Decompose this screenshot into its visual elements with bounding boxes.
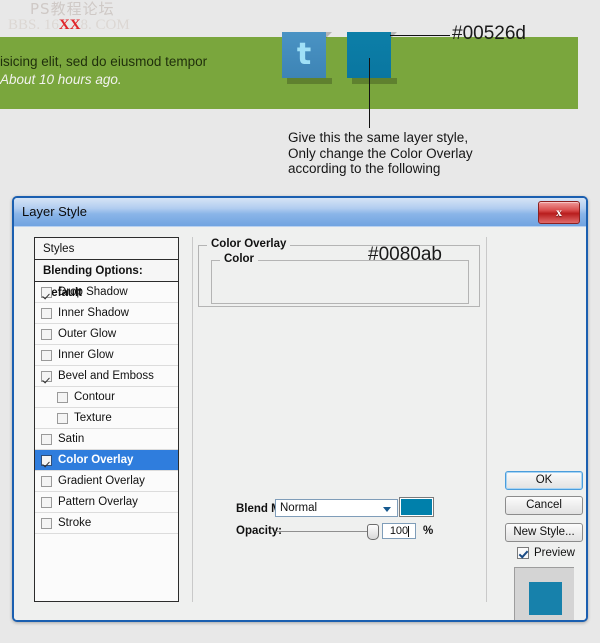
effect-row-texture[interactable]: Texture — [35, 408, 178, 429]
effect-label: Stroke — [58, 517, 92, 529]
banner-body-text: isicing elit, sed do eiusmod tempor — [0, 54, 208, 69]
note-callout-leader-line — [369, 58, 370, 128]
hex-callout-label: #00526d — [452, 23, 526, 44]
effect-label: Contour — [74, 391, 115, 403]
effect-checkbox[interactable] — [41, 433, 52, 445]
color-group: Color — [211, 253, 469, 304]
close-icon[interactable]: x — [538, 201, 580, 224]
preview-checkbox-row[interactable]: Preview — [517, 547, 575, 559]
effect-checkbox[interactable] — [41, 370, 52, 382]
effect-checkbox[interactable] — [41, 328, 52, 340]
site-watermark: PS教程论坛 BBS. 16XX8. COM — [8, 0, 208, 34]
watermark-url-suffix: 8. COM — [80, 16, 130, 33]
opacity-percent-label: % — [423, 525, 434, 537]
effect-checkbox[interactable] — [57, 391, 68, 403]
watermark-line-2: BBS. 16XX8. COM — [8, 16, 208, 34]
color-swatch-button[interactable] — [399, 497, 434, 517]
effect-label: Inner Glow — [58, 349, 114, 361]
effect-checkbox[interactable] — [41, 349, 52, 361]
blending-options-row[interactable]: Blending Options: Default — [35, 260, 178, 299]
dialog-body: Styles Blending Options: Default Drop Sh… — [14, 227, 586, 620]
effect-label: Drop Shadow — [58, 286, 128, 298]
tutorial-illustration-area: PS教程论坛 BBS. 16XX8. COM isicing elit, sed… — [0, 0, 600, 190]
styles-list-filler — [35, 534, 178, 594]
blue-square-shadow — [352, 78, 397, 84]
effect-label: Pattern Overlay — [58, 496, 138, 508]
note-callout-line-1: Give this the same layer style, — [288, 130, 469, 145]
opacity-slider-track[interactable] — [276, 531, 374, 532]
preview-label: Preview — [534, 547, 575, 559]
effect-checkbox[interactable] — [41, 496, 52, 508]
twitter-square-fold — [326, 32, 332, 38]
color-overlay-group-title: Color Overlay — [207, 238, 291, 250]
effect-row-gradient-overlay[interactable]: Gradient Overlay — [35, 471, 178, 492]
effect-label: Color Overlay — [58, 454, 134, 466]
watermark-url-highlight: XX — [58, 16, 81, 33]
color-overlay-group: Color Overlay Color #0080ab — [198, 238, 480, 307]
effect-label: Inner Shadow — [58, 307, 129, 319]
effect-label: Bevel and Emboss — [58, 370, 154, 382]
styles-header[interactable]: Styles — [35, 238, 178, 260]
dialog-titlebar[interactable]: Layer Style x — [14, 198, 586, 227]
twitter-icon-square: t — [282, 32, 332, 84]
effect-row-inner-shadow[interactable]: Inner Shadow — [35, 303, 178, 324]
hex-callout-leader-line — [390, 35, 450, 36]
blend-mode-select[interactable]: Normal — [275, 499, 398, 517]
effect-row-pattern-overlay[interactable]: Pattern Overlay — [35, 492, 178, 513]
chevron-down-icon — [383, 507, 391, 512]
preview-thumbnail — [514, 567, 574, 620]
ok-button[interactable]: OK — [505, 471, 583, 490]
opacity-slider-thumb[interactable] — [367, 524, 379, 540]
close-x-glyph: x — [556, 205, 562, 219]
effect-row-color-overlay[interactable]: Color Overlay — [35, 450, 178, 471]
watermark-line-1: PS教程论坛 — [30, 0, 115, 18]
effect-checkbox[interactable] — [41, 475, 52, 487]
preview-checkbox[interactable] — [517, 547, 529, 559]
blend-mode-value: Normal — [280, 502, 318, 514]
twitter-square-face: t — [282, 32, 332, 78]
banner-timestamp-text: About 10 hours ago. — [0, 72, 122, 87]
effect-row-contour[interactable]: Contour — [35, 387, 178, 408]
effects-list: Drop Shadow Inner Shadow Outer Glow Inner G… — [35, 282, 178, 534]
effect-label: Texture — [74, 412, 112, 424]
preview-thumbnail-square — [529, 582, 562, 615]
effect-checkbox[interactable] — [41, 454, 52, 466]
styles-list-panel: Styles Blending Options: Default Drop Sh… — [34, 237, 179, 602]
effect-label: Gradient Overlay — [58, 475, 145, 487]
effect-checkbox[interactable] — [41, 517, 52, 529]
dialog-title: Layer Style — [22, 204, 88, 219]
effect-row-stroke[interactable]: Stroke — [35, 513, 178, 534]
effect-row-bevel-and-emboss[interactable]: Bevel and Emboss — [35, 366, 178, 387]
effect-row-inner-glow[interactable]: Inner Glow — [35, 345, 178, 366]
color-group-title: Color — [220, 253, 259, 265]
effect-checkbox[interactable] — [41, 307, 52, 319]
twitter-square-shadow — [287, 78, 332, 84]
effect-row-outer-glow[interactable]: Outer Glow — [35, 324, 178, 345]
layer-style-dialog: Layer Style x Styles Blending Options: D… — [12, 196, 588, 622]
banner-text-block: isicing elit, sed do eiusmod tempor Abou… — [0, 54, 300, 87]
new-style-button[interactable]: New Style... — [505, 523, 583, 542]
hex-annotation-label: #0080ab — [368, 244, 442, 265]
effect-label: Outer Glow — [58, 328, 117, 340]
watermark-url-prefix: BBS. 16 — [8, 16, 59, 33]
note-callout-line-2: Only change the Color Overlay — [288, 145, 473, 161]
effect-checkbox[interactable] — [57, 412, 68, 424]
color-overlay-panel: Color Overlay Color #0080ab — [192, 237, 487, 602]
note-callout-line-3: according to the following — [288, 161, 441, 176]
cancel-button[interactable]: Cancel — [505, 496, 583, 515]
effect-row-satin[interactable]: Satin — [35, 429, 178, 450]
opacity-input[interactable]: 100 — [382, 523, 416, 539]
twitter-bird-icon: t — [296, 37, 312, 72]
note-callout-text: Give this the same layer style, Only cha… — [288, 130, 473, 177]
effect-checkbox[interactable] — [41, 286, 52, 298]
effect-label: Satin — [58, 433, 85, 445]
